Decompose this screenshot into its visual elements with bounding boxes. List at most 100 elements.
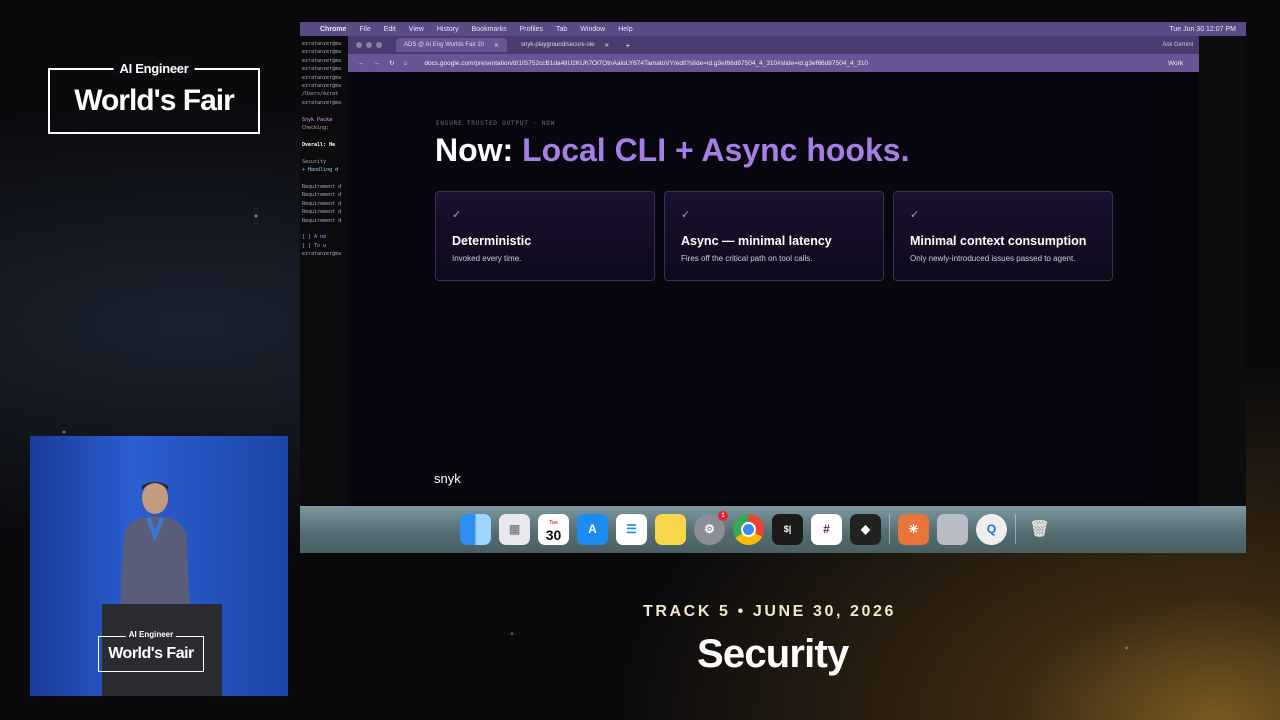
- terminal-line: [ ] A ne: [302, 234, 327, 241]
- terminal-line: Requirement d: [302, 209, 342, 216]
- terminal-line: ezratanzer@ma: [302, 83, 342, 90]
- trash-icon[interactable]: 🗑: [1024, 514, 1055, 545]
- card-heading: Minimal context consumption: [910, 234, 1087, 248]
- menu-clock[interactable]: Tue Jun 30 12:07 PM: [1169, 26, 1236, 33]
- terminal-line: ezratanzer@ma: [302, 41, 342, 47]
- tab-label: ADS @ AI Eng Worlds Fair 20: [404, 42, 485, 48]
- feature-card: ✓ Deterministic Invoked every time.: [435, 191, 655, 281]
- feature-card: ✓ Minimal context consumption Only newly…: [893, 191, 1113, 281]
- chrome-icon[interactable]: [733, 513, 764, 545]
- snyk-logo: snyk: [434, 471, 461, 486]
- terminal-line: Requirement d: [302, 192, 342, 199]
- event-logo-big: World's Fair: [74, 84, 235, 117]
- home-icon[interactable]: ⌂: [403, 60, 416, 67]
- terminal-line: Checking:: [302, 125, 330, 132]
- close-window-button[interactable]: [356, 42, 362, 48]
- forward-icon[interactable]: →: [374, 60, 390, 67]
- menu-file[interactable]: File: [359, 26, 370, 33]
- menu-tab[interactable]: Tab: [556, 26, 567, 33]
- podium-logo-big: World's Fair: [108, 645, 194, 662]
- terminal-line: ezratanzer@ma: [302, 251, 342, 258]
- podium-logo: AI Engineer World's Fair: [98, 630, 204, 672]
- menu-window[interactable]: Window: [580, 26, 605, 33]
- minimize-window-button[interactable]: [366, 42, 372, 48]
- check-icon: ✓: [910, 209, 920, 221]
- dock-divider: [889, 514, 890, 544]
- tab-label: snyk-playground/secure-sle: [521, 42, 595, 48]
- close-tab-icon[interactable]: ✕: [494, 42, 499, 49]
- notes-icon[interactable]: [655, 513, 686, 545]
- terminal-line: ezratanzer@ma: [302, 99, 342, 106]
- address-bar: ←→↻⌂ docs.google.com/presentation/d/1IS7…: [348, 54, 1199, 72]
- terminal-line: ezratanzer@ma: [302, 74, 342, 81]
- menu-history[interactable]: History: [437, 26, 459, 33]
- slack-icon[interactable]: #: [811, 513, 842, 545]
- terminal-line: Requirement d: [302, 217, 342, 224]
- system-settings-icon[interactable]: ⚙ 1: [694, 510, 728, 545]
- terminal-line: ezratanzer@ma: [302, 49, 342, 56]
- terminal-line: Security: [302, 158, 327, 165]
- calendar-icon[interactable]: Tue 30: [538, 513, 569, 545]
- mac-screen: Chrome File Edit View History Bookmarks …: [300, 22, 1246, 553]
- finder-icon[interactable]: [460, 513, 491, 545]
- terminal-icon[interactable]: $|: [772, 513, 803, 545]
- slide-title-highlight: Local CLI + Async hooks.: [522, 132, 910, 168]
- dock-divider: [1015, 514, 1016, 544]
- terminal-line: ezratanzer@ma: [302, 66, 342, 73]
- event-logo: AI Engineer World's Fair: [48, 61, 260, 134]
- tab-slides[interactable]: ADS @ AI Eng Worlds Fair 20 ✕: [396, 38, 508, 52]
- tab-github[interactable]: snyk-playground/secure-sle ✕: [509, 38, 617, 52]
- tab-bar: ADS @ AI Eng Worlds Fair 20 ✕ snyk-playg…: [348, 36, 1199, 54]
- terminal-window[interactable]: ezratanzer@ma ezratanzer@ma ezratanzer@m…: [300, 36, 352, 524]
- window-controls: [356, 42, 382, 48]
- launchpad-icon[interactable]: ▦: [499, 513, 530, 545]
- terminal-line: Requirement d: [302, 183, 342, 190]
- slide-title-prefix: Now:: [435, 132, 514, 168]
- terminal-line: Overall: He: [302, 141, 336, 148]
- menu-profiles[interactable]: Profiles: [520, 26, 543, 33]
- feature-card: ✓ Async — minimal latency Fires off the …: [664, 191, 884, 281]
- menu-bar: Chrome File Edit View History Bookmarks …: [300, 22, 1246, 36]
- quicktime-icon[interactable]: Q: [976, 513, 1007, 545]
- dock: ▦ Tue 30 A ☰ ⚙ 1 $| # ◆ ✳ Q 🗑: [300, 506, 1246, 553]
- card-description: Fires off the critical path on tool call…: [681, 254, 813, 263]
- chrome-window: ADS @ AI Eng Worlds Fair 20 ✕ snyk-playg…: [348, 36, 1199, 516]
- zoom-window-button[interactable]: [376, 42, 382, 48]
- speaker-video: AI Engineer World's Fair: [30, 436, 288, 696]
- profile-button[interactable]: Work: [1168, 60, 1183, 67]
- reminders-icon[interactable]: ☰: [616, 513, 647, 545]
- menu-help[interactable]: Help: [618, 26, 632, 33]
- terminal-line: ezratanzer@ma: [302, 57, 342, 64]
- terminal-line: [ ] To u: [302, 242, 327, 249]
- preview-icon[interactable]: [937, 513, 968, 545]
- ask-gemini-button[interactable]: Ask Gemini: [1162, 42, 1193, 48]
- new-tab-button[interactable]: +: [625, 41, 630, 50]
- speaker-figure: [120, 482, 190, 606]
- calendar-day: 30: [545, 527, 562, 543]
- menu-edit[interactable]: Edit: [384, 26, 396, 33]
- event-logo-small: AI Engineer: [113, 61, 195, 76]
- close-tab-icon[interactable]: ✕: [604, 42, 609, 49]
- terminal-line: Requirement d: [302, 200, 342, 207]
- track-label: TRACK 5 • JUNE 30, 2026: [643, 603, 897, 620]
- podium-logo-small: AI Engineer: [125, 630, 177, 639]
- app-store-icon[interactable]: A: [577, 513, 608, 545]
- menu-bookmarks[interactable]: Bookmarks: [472, 26, 507, 33]
- reload-icon[interactable]: ↻: [389, 60, 403, 67]
- card-description: Only newly-introduced issues passed to a…: [910, 254, 1076, 263]
- terminal-line: /Users/ezrat: [302, 91, 339, 98]
- menu-view[interactable]: View: [409, 26, 424, 33]
- card-description: Invoked every time.: [452, 254, 522, 263]
- slide-eyebrow: ENSURE TRUSTED OUTPUT · NOW: [436, 120, 556, 127]
- cube-app-icon[interactable]: ◆: [850, 513, 881, 545]
- back-icon[interactable]: ←: [358, 60, 374, 67]
- url-field[interactable]: docs.google.com/presentation/d/1IS752ccB…: [424, 60, 868, 67]
- presentation-slide: ENSURE TRUSTED OUTPUT · NOW Now: Local C…: [348, 72, 1150, 500]
- menu-app-name[interactable]: Chrome: [320, 26, 346, 33]
- claude-icon[interactable]: ✳: [898, 513, 929, 545]
- session-topic: Security: [697, 632, 849, 676]
